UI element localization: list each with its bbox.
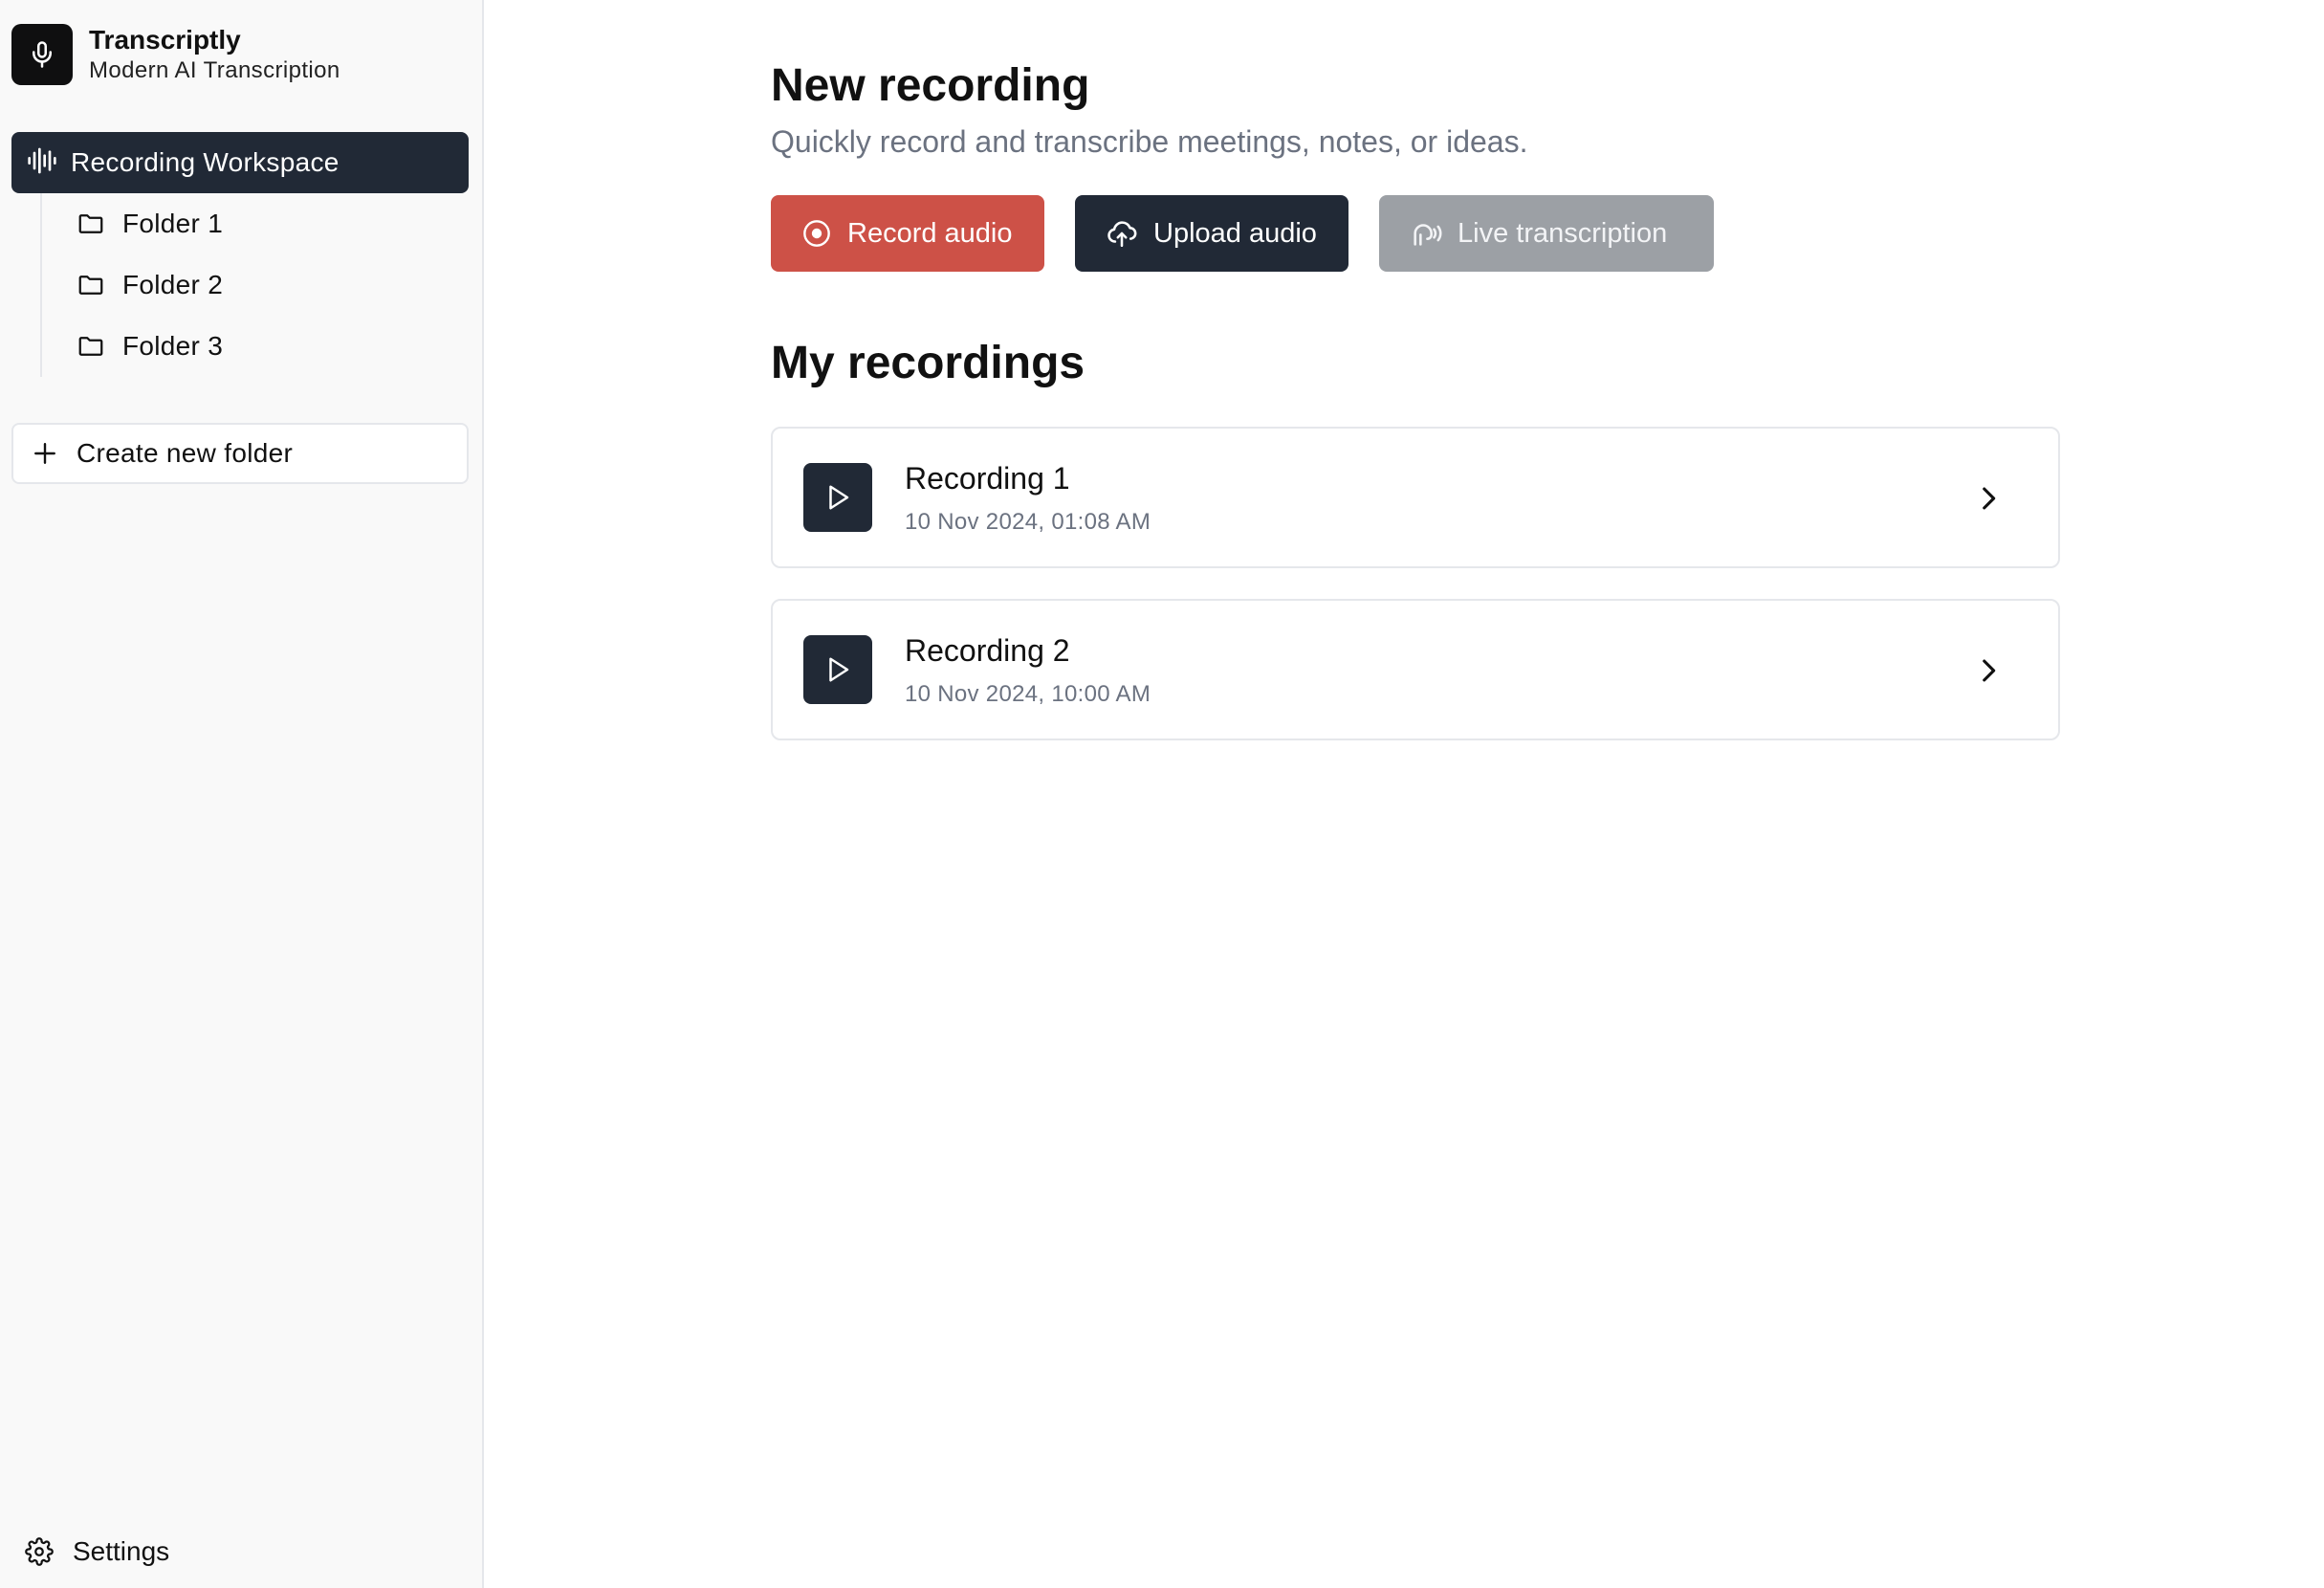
plus-icon (34, 443, 55, 464)
create-new-folder-button[interactable]: Create new folder (11, 423, 469, 484)
sidebar-item-folder-2[interactable]: Folder 2 (42, 254, 471, 316)
sidebar: Transcriptly Modern AI Transcription Rec… (0, 0, 484, 1588)
live-transcription-button[interactable]: Live transcription (1379, 195, 1714, 272)
record-audio-button[interactable]: Record audio (771, 195, 1044, 272)
upload-audio-label: Upload audio (1153, 217, 1317, 249)
record-audio-label: Record audio (847, 217, 1013, 249)
brand: Transcriptly Modern AI Transcription (11, 24, 340, 85)
folder-label: Folder 1 (122, 209, 224, 238)
upload-audio-button[interactable]: Upload audio (1075, 195, 1348, 272)
sidebar-item-recording-workspace[interactable]: Recording Workspace (11, 132, 469, 193)
folder-list: Folder 1 Folder 2 Folder 3 (40, 193, 471, 377)
sidebar-item-folder-1[interactable]: Folder 1 (42, 193, 471, 254)
recording-name: Recording 1 (905, 461, 1070, 496)
play-button[interactable] (803, 635, 872, 704)
chevron-right-icon (1983, 659, 1996, 682)
recording-name: Recording 2 (905, 633, 1070, 668)
live-transcription-label: Live transcription (1458, 217, 1668, 249)
chevron-right-icon (1983, 487, 1996, 510)
recording-item[interactable]: Recording 2 10 Nov 2024, 10:00 AM (771, 599, 2060, 740)
recording-date: 10 Nov 2024, 01:08 AM (905, 509, 1151, 535)
play-icon (829, 657, 849, 682)
live-transcription-icon (1414, 224, 1442, 246)
recordings-section-title: My recordings (771, 338, 1085, 388)
settings-label: Settings (73, 1536, 170, 1566)
app-tagline: Modern AI Transcription (89, 57, 340, 83)
folder-label: Folder 2 (122, 270, 224, 299)
record-icon (803, 220, 830, 247)
play-icon (829, 485, 849, 510)
sidebar-item-label: Recording Workspace (71, 147, 340, 177)
gear-icon (25, 1537, 54, 1566)
create-folder-label: Create new folder (77, 438, 294, 468)
cloud-upload-icon (1107, 221, 1137, 248)
folder-icon (78, 276, 103, 295)
folder-icon (78, 214, 103, 233)
settings-button[interactable]: Settings (25, 1536, 169, 1567)
page-subtitle: Quickly record and transcribe meetings, … (771, 124, 1528, 159)
sidebar-item-folder-3[interactable]: Folder 3 (42, 316, 471, 377)
folder-icon (78, 337, 103, 356)
microphone-icon (11, 24, 73, 85)
play-button[interactable] (803, 463, 872, 532)
recording-item[interactable]: Recording 1 10 Nov 2024, 01:08 AM (771, 427, 2060, 568)
waveform-icon (27, 145, 57, 181)
folder-label: Folder 3 (122, 331, 224, 361)
page-title: New recording (771, 60, 1090, 111)
recording-date: 10 Nov 2024, 10:00 AM (905, 681, 1151, 707)
app-name: Transcriptly (89, 25, 241, 55)
